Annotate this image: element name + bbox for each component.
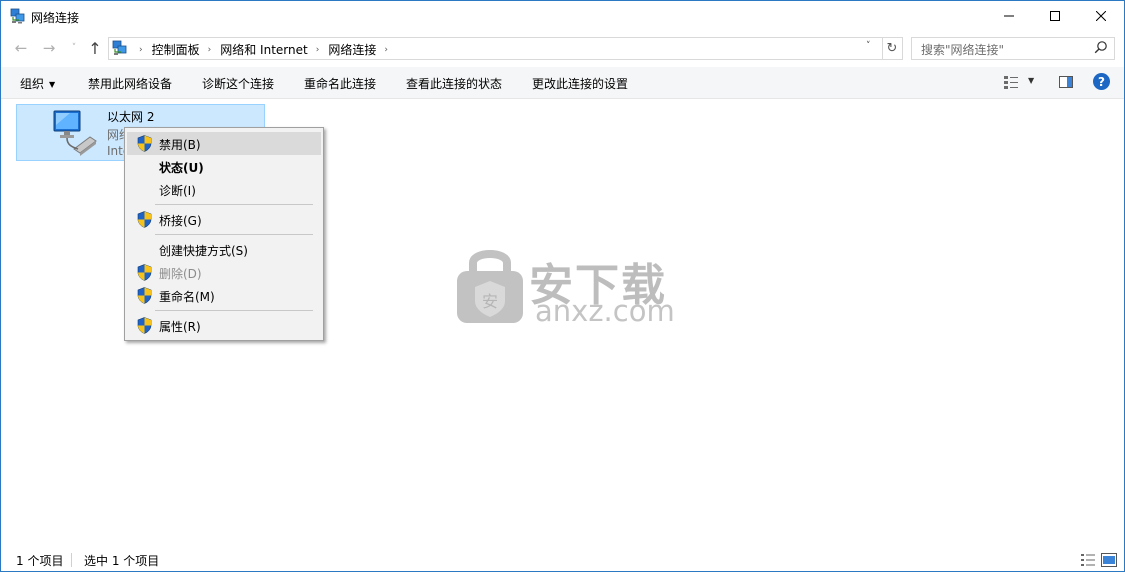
menu-item-bridge[interactable]: 桥接(G) bbox=[127, 208, 321, 231]
breadcrumb-separator-icon[interactable]: › bbox=[208, 45, 212, 55]
breadcrumb-separator-icon[interactable]: › bbox=[384, 45, 388, 55]
status-selected-count: 选中 1 个项目 bbox=[84, 554, 160, 568]
window-title: 网络连接 bbox=[31, 11, 80, 25]
minimize-icon bbox=[1004, 15, 1014, 17]
uac-shield-icon bbox=[137, 317, 152, 334]
navigation-bar: ← → ˅ ↑ › 控制面板 › 网络和 Internet › 网络连接 › ˅… bbox=[1, 33, 1124, 63]
disable-device-button[interactable]: 禁用此网络设备 bbox=[88, 75, 172, 92]
watermark-lock-char: 安 bbox=[482, 292, 498, 311]
view-status-button[interactable]: 查看此连接的状态 bbox=[406, 75, 502, 92]
menu-item-rename[interactable]: 重命名(M) bbox=[127, 284, 321, 307]
minimize-button[interactable] bbox=[986, 1, 1032, 31]
close-button[interactable] bbox=[1078, 1, 1124, 31]
up-button[interactable]: ↑ bbox=[85, 38, 105, 58]
command-bar: 组织 ▼ 禁用此网络设备 诊断这个连接 重命名此连接 查看此连接的状态 更改此连接… bbox=[1, 67, 1124, 99]
status-item-count: 1 个项目 bbox=[16, 554, 64, 568]
search-icon bbox=[1094, 41, 1107, 54]
breadcrumb-separator-icon[interactable]: › bbox=[316, 45, 320, 55]
breadcrumb-control-panel[interactable]: 控制面板 bbox=[152, 41, 200, 58]
uac-shield-icon bbox=[137, 287, 152, 304]
maximize-icon bbox=[1050, 11, 1060, 21]
refresh-icon: ↻ bbox=[886, 41, 898, 56]
change-settings-button[interactable]: 更改此连接的设置 bbox=[532, 75, 628, 92]
maximize-button[interactable] bbox=[1032, 1, 1078, 31]
back-button[interactable]: ← bbox=[11, 39, 31, 57]
organize-button[interactable]: 组织 ▼ bbox=[20, 75, 55, 92]
recent-locations-button[interactable]: ˅ bbox=[64, 39, 84, 57]
close-icon bbox=[1096, 11, 1106, 21]
organize-label: 组织 bbox=[20, 77, 45, 91]
menu-item-label: 重命名(M) bbox=[159, 290, 215, 304]
menu-separator bbox=[155, 310, 313, 311]
breadcrumb-separator-icon[interactable]: › bbox=[139, 45, 143, 55]
menu-item-label: 禁用(B) bbox=[159, 138, 201, 152]
watermark: 安 安下载 anxz.com bbox=[455, 245, 675, 328]
breadcrumb: › 控制面板 › 网络和 Internet › 网络连接 › bbox=[131, 41, 397, 58]
help-label: ? bbox=[1098, 74, 1105, 89]
menu-item-create-shortcut[interactable]: 创建快捷方式(S) bbox=[127, 238, 321, 261]
menu-separator bbox=[155, 204, 313, 205]
address-dropdown-icon[interactable]: ˅ bbox=[866, 41, 871, 51]
forward-button[interactable]: → bbox=[39, 39, 59, 57]
status-bar: 1 个项目 选中 1 个项目 bbox=[1, 549, 1124, 571]
view-options-caret-icon[interactable]: ▼ bbox=[1028, 76, 1034, 85]
menu-item-disable[interactable]: 禁用(B) bbox=[127, 132, 321, 155]
network-connections-icon bbox=[10, 8, 25, 24]
uac-shield-icon bbox=[137, 211, 152, 228]
caret-down-icon: ▼ bbox=[49, 80, 56, 89]
network-connections-icon bbox=[112, 40, 127, 55]
preview-pane-icon[interactable] bbox=[1058, 74, 1074, 90]
menu-item-delete: 删除(D) bbox=[127, 261, 321, 284]
breadcrumb-network-internet[interactable]: 网络和 Internet bbox=[220, 41, 307, 58]
menu-separator bbox=[155, 234, 313, 235]
menu-item-diagnose[interactable]: 诊断(I) bbox=[127, 178, 321, 201]
menu-item-label: 桥接(G) bbox=[159, 214, 202, 228]
diagnose-connection-button[interactable]: 诊断这个连接 bbox=[202, 75, 274, 92]
menu-item-status[interactable]: 状态(U) bbox=[127, 155, 321, 178]
watermark-lock-icon: 安 bbox=[457, 250, 523, 323]
search-placeholder: 搜索"网络连接" bbox=[921, 43, 1005, 57]
forward-arrow-icon: → bbox=[42, 39, 56, 57]
chevron-down-icon: ˅ bbox=[71, 43, 77, 53]
uac-shield-icon bbox=[137, 264, 152, 281]
menu-item-properties[interactable]: 属性(R) bbox=[127, 314, 321, 337]
menu-item-label: 属性(R) bbox=[159, 320, 201, 334]
network-adapter-icon bbox=[53, 110, 97, 156]
details-view-icon[interactable] bbox=[1080, 553, 1096, 567]
context-menu: 禁用(B) 状态(U) 诊断(I) 桥接(G) 创建快捷方式(S) 删除(D) … bbox=[124, 127, 324, 341]
explorer-window: 网络连接 ← → ˅ ↑ › 控制面板 › 网络和 Internet › 网络连… bbox=[0, 0, 1125, 572]
watermark-en-text: anxz.com bbox=[535, 294, 675, 328]
large-icons-view-icon[interactable] bbox=[1101, 553, 1117, 567]
menu-item-label: 诊断(I) bbox=[159, 184, 196, 198]
search-box[interactable]: 搜索"网络连接" bbox=[911, 37, 1115, 60]
breadcrumb-network-connections[interactable]: 网络连接 bbox=[328, 41, 376, 58]
back-arrow-icon: ← bbox=[14, 39, 28, 57]
network-item-name: 以太网 2 bbox=[107, 110, 155, 124]
refresh-button[interactable]: ↻ bbox=[882, 37, 903, 60]
change-view-icon[interactable] bbox=[1003, 74, 1019, 90]
title-bar: 网络连接 bbox=[1, 1, 1124, 31]
address-bar[interactable]: › 控制面板 › 网络和 Internet › 网络连接 › ˅ bbox=[108, 37, 883, 60]
menu-item-label: 创建快捷方式(S) bbox=[159, 244, 248, 258]
menu-item-label: 删除(D) bbox=[159, 267, 202, 281]
up-arrow-icon: ↑ bbox=[88, 38, 102, 58]
menu-item-label: 状态(U) bbox=[159, 161, 204, 175]
status-divider bbox=[71, 553, 72, 567]
uac-shield-icon bbox=[137, 135, 152, 152]
rename-connection-button[interactable]: 重命名此连接 bbox=[304, 75, 376, 92]
help-icon[interactable]: ? bbox=[1093, 73, 1110, 90]
